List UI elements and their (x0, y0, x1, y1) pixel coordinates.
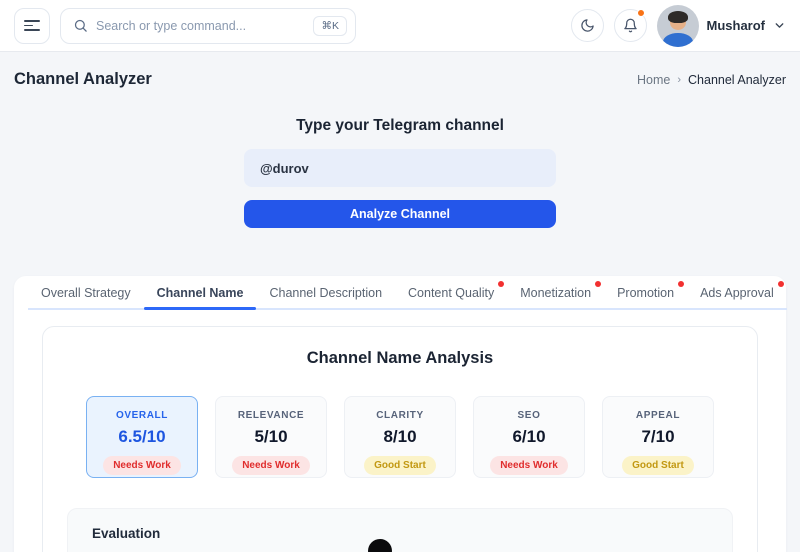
app-header: ⌘K Musharof (0, 0, 800, 52)
status-badge: Good Start (622, 456, 694, 475)
page-title: Channel Analyzer (14, 70, 152, 88)
status-badge: Needs Work (232, 456, 310, 475)
bell-icon (623, 18, 637, 33)
sidebar-toggle-button[interactable] (14, 7, 50, 44)
analyze-form: Type your Telegram channel Analyze Chann… (0, 117, 800, 228)
avatar (656, 4, 699, 47)
search-input[interactable] (96, 18, 306, 33)
tab-ads-approval[interactable]: Ads Approval (687, 276, 787, 308)
breadcrumb: Home › Channel Analyzer (637, 73, 786, 87)
breadcrumb-current: Channel Analyzer (688, 72, 786, 87)
user-name: Musharof (706, 18, 766, 33)
tab-content-quality[interactable]: Content Quality (395, 276, 507, 308)
score-card-relevance[interactable]: RELEVANCE 5/10 Needs Work (215, 396, 327, 478)
evaluation-title: Evaluation (92, 526, 161, 541)
breadcrumb-separator-icon: › (677, 74, 682, 86)
alert-dot (595, 281, 602, 287)
tab-channel-description[interactable]: Channel Description (256, 276, 395, 308)
theme-toggle-button[interactable] (570, 9, 604, 42)
score-card-clarity[interactable]: CLARITY 8/10 Good Start (344, 396, 456, 478)
status-badge: Needs Work (103, 456, 181, 475)
alert-dot (678, 281, 685, 287)
alert-dot (777, 281, 784, 287)
analysis-title: Channel Name Analysis (306, 349, 494, 367)
score-card-overall[interactable]: OVERALL 6.5/10 Needs Work (86, 396, 198, 478)
channel-name-analysis-card: Channel Name Analysis OVERALL 6.5/10 Nee… (42, 326, 758, 552)
global-search[interactable]: ⌘K (60, 7, 356, 44)
search-shortcut-badge: ⌘K (313, 15, 347, 36)
status-badge: Good Start (364, 456, 436, 475)
score-cards-row: OVERALL 6.5/10 Needs Work RELEVANCE 5/10… (43, 396, 757, 478)
results-panel: Overall Strategy Channel Name Channel De… (14, 276, 787, 552)
breadcrumb-home-link[interactable]: Home (637, 73, 670, 87)
chevron-down-icon (775, 23, 784, 28)
evaluation-section: Evaluation (67, 508, 733, 552)
notifications-button[interactable] (613, 9, 647, 42)
alert-dot (498, 281, 505, 287)
form-heading: Type your Telegram channel (296, 117, 504, 134)
channel-input[interactable] (244, 149, 556, 187)
user-menu[interactable]: Musharof (656, 4, 787, 47)
score-card-appeal[interactable]: APPEAL 7/10 Good Start (602, 396, 714, 478)
notification-dot (636, 9, 645, 17)
tab-channel-name[interactable]: Channel Name (143, 276, 257, 310)
search-icon (74, 19, 87, 32)
score-card-seo[interactable]: SEO 6/10 Needs Work (473, 396, 585, 478)
analysis-tabs: Overall Strategy Channel Name Channel De… (28, 276, 787, 310)
status-badge: Needs Work (490, 456, 568, 475)
tab-overall-strategy[interactable]: Overall Strategy (28, 276, 144, 308)
tab-monetization[interactable]: Monetization (507, 276, 604, 308)
hamburger-icon (24, 20, 40, 22)
tab-promotion[interactable]: Promotion (604, 276, 687, 308)
analyze-channel-button[interactable]: Analyze Channel (244, 200, 556, 228)
moon-icon (580, 19, 594, 32)
